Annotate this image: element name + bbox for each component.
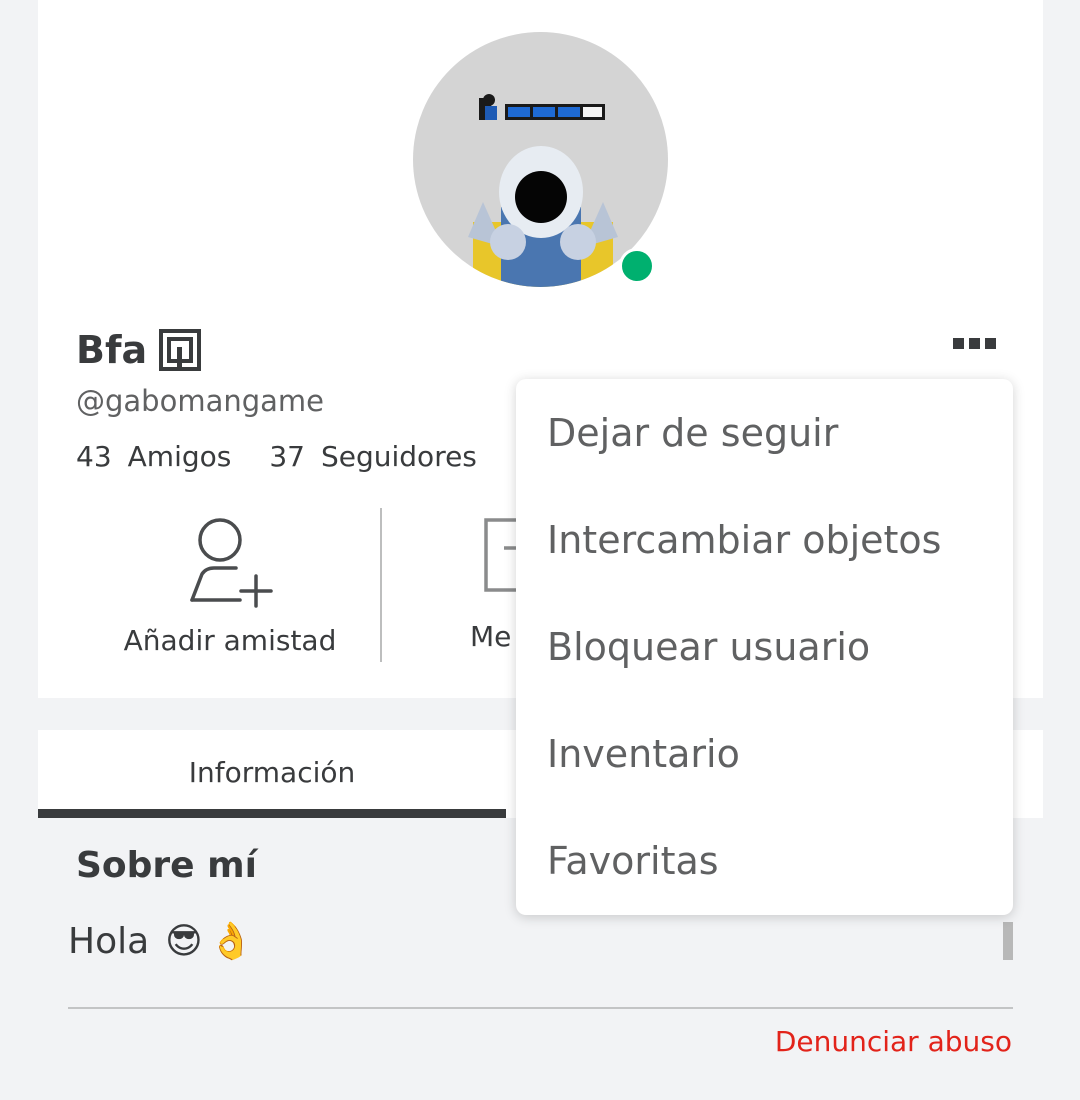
display-name: Bfa [76,328,202,372]
section-divider [68,1007,1013,1009]
add-friend-label: Añadir amistad [123,624,337,657]
tab-information[interactable]: Información [38,730,506,818]
more-options-icon[interactable] [948,326,1000,360]
username: @gabomangame [76,384,325,418]
menu-item-favorites[interactable]: Favoritas [516,807,1013,914]
scrollbar[interactable] [1003,922,1013,960]
online-status-indicator [619,248,655,284]
friends-stat[interactable]: 43 Amigos [76,440,231,473]
friends-count: 43 [76,440,112,473]
sunglasses-emoji-icon: 😎 [165,920,203,962]
profile-stats: 43 Amigos 37 Seguidores [76,440,477,473]
add-friend-button[interactable]: Añadir amistad [90,512,370,657]
about-text: Hola 😎 👌 [68,920,254,963]
add-friend-icon [190,518,273,608]
menu-item-unfollow[interactable]: Dejar de seguir [516,379,1013,486]
ok-hand-emoji-icon: 👌 [208,921,254,962]
more-options-menu: Dejar de seguir Intercambiar objetos Blo… [516,379,1013,915]
menu-item-block[interactable]: Bloquear usuario [516,593,1013,700]
about-title: Sobre mí [76,845,257,886]
followers-label: Seguidores [320,440,477,473]
friends-label: Amigos [127,440,232,473]
about-text-content: Hola [68,920,150,962]
followers-count: 37 [269,440,305,473]
report-abuse-link[interactable]: Denunciar abuso [775,1025,1012,1058]
premium-icon [159,329,202,371]
action-divider [380,508,382,662]
followers-stat[interactable]: 37 Seguidores [269,440,477,473]
menu-item-inventory[interactable]: Inventario [516,700,1013,807]
menu-item-trade[interactable]: Intercambiar objetos [516,486,1013,593]
message-label: Me [470,620,512,653]
display-name-text: Bfa [76,328,148,372]
